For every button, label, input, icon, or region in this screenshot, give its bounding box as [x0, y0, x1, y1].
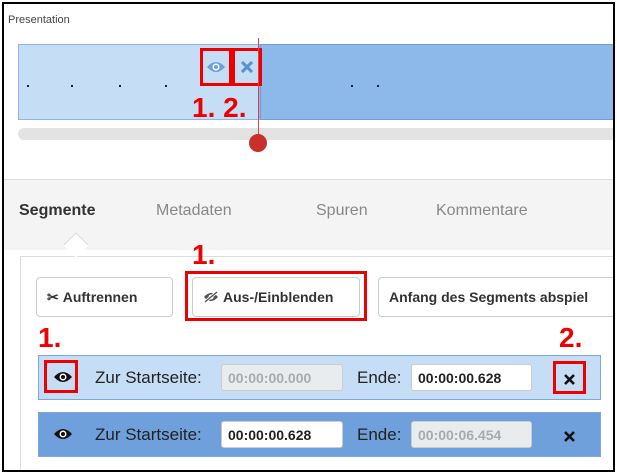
- eye-icon: [54, 429, 72, 439]
- tab-bar: Segmente Metadaten Spuren Kommentare: [4, 180, 613, 250]
- segment-end-label: Ende:: [357, 425, 402, 444]
- split-button-label: Auftrennen: [62, 289, 138, 305]
- timeline-segment-2[interactable]: [260, 44, 613, 120]
- tab-kommentare[interactable]: Kommentare: [436, 202, 528, 220]
- segment-end-label: Ende:: [357, 368, 402, 387]
- tab-spuren[interactable]: Spuren: [316, 202, 368, 220]
- segment-row[interactable]: Zur Startseite: 00:00:00.000 Ende: 00:00…: [38, 355, 601, 400]
- segment-start-field[interactable]: 00:00:00.628: [221, 421, 343, 448]
- waveform-dot: [119, 85, 121, 87]
- toggle-button-label: Aus-/Einblenden: [223, 289, 334, 305]
- segment-title-label: Zur Startseite:: [95, 425, 202, 444]
- play-segment-start-label: Anfang des Segments abspiel: [389, 289, 589, 305]
- callout-toolbar: 1.: [192, 239, 216, 270]
- scissors-icon: ✂: [47, 288, 59, 305]
- segment-end-field[interactable]: 00:00:06.454: [411, 421, 532, 448]
- timeline-track[interactable]: [18, 44, 613, 120]
- segment-start-field[interactable]: 00:00:00.000: [221, 364, 343, 391]
- segment-delete-button[interactable]: [559, 426, 579, 446]
- waveform-dot: [351, 85, 353, 87]
- playhead-line: [258, 38, 259, 142]
- tab-segmente[interactable]: Segmente: [19, 202, 95, 220]
- callout-row-eye: 1.: [38, 322, 62, 353]
- callout-timeline: 1. 2.: [192, 92, 247, 123]
- split-button[interactable]: ✂ Auftrennen: [36, 277, 173, 317]
- close-icon: [241, 61, 253, 73]
- waveform-dot: [165, 85, 167, 87]
- close-icon: [563, 430, 575, 442]
- waveform-dot: [71, 85, 73, 87]
- tab-metadaten[interactable]: Metadaten: [156, 202, 232, 220]
- timeline-eye-highlight[interactable]: [200, 48, 232, 86]
- waveform-dot: [27, 85, 29, 87]
- close-highlight: [553, 361, 586, 394]
- eye-slash-icon: [204, 291, 218, 303]
- waveform-dot: [377, 85, 379, 87]
- segment-end-field[interactable]: 00:00:00.628: [411, 364, 532, 391]
- segment-row[interactable]: Zur Startseite: 00:00:00.628 Ende: 00:00…: [38, 412, 601, 457]
- eye-icon: [207, 62, 225, 72]
- editor-frame: Presentation 1. 2. Segmente Metadaten Sp…: [2, 2, 615, 472]
- playhead-handle[interactable]: [249, 134, 267, 152]
- play-segment-start-button[interactable]: Anfang des Segments abspiel: [378, 277, 613, 317]
- eye-highlight: [44, 360, 78, 393]
- timeline-scrollbar[interactable]: [18, 128, 613, 140]
- segment-visibility-toggle[interactable]: [51, 424, 75, 444]
- toggle-visibility-button[interactable]: Aus-/Einblenden: [192, 277, 360, 317]
- segment-title-label: Zur Startseite:: [95, 368, 202, 387]
- presentation-label: Presentation: [8, 14, 70, 26]
- callout-row-close: 2.: [559, 322, 583, 353]
